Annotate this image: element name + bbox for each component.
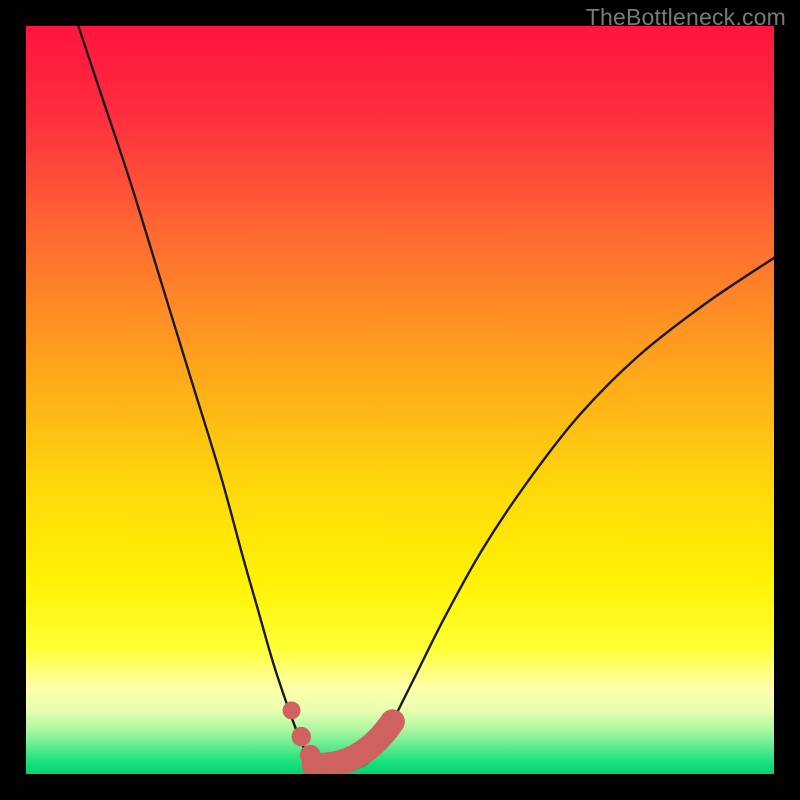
valley-dot [292,727,311,746]
chart-frame: TheBottleneck.com [0,0,800,800]
watermark-text: TheBottleneck.com [586,4,786,31]
plot-area [26,26,774,774]
valley-sausage [314,722,393,766]
bottleneck-curve [78,26,774,770]
valley-dot [283,701,301,719]
valley-markers [283,701,393,765]
curve-layer [26,26,774,774]
